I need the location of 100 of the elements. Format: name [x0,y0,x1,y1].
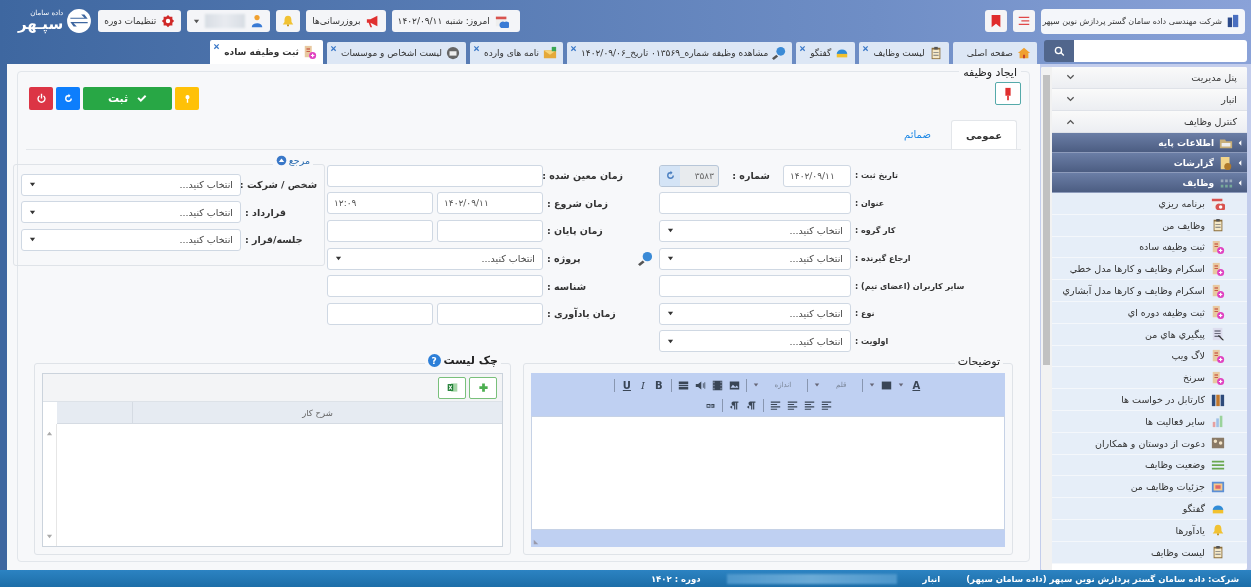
select-field[interactable]: انتخاب کنید... [659,247,851,270]
field-label: ارجاع گیرنده : [855,254,912,264]
item-label: لاگ ویپ [1171,350,1205,362]
item-label: سایر فعالیت ها [1145,415,1205,427]
status-company: شرکت: داده سامان گستر پردازش نوین سپهر (داده سامان سپهر) [966,573,1239,584]
field-label: شناسه : [547,280,587,292]
group-label: اطلاعات پایه [1158,137,1214,148]
field-label: نوع : [855,309,876,319]
menu-group[interactable]: وظایف [1052,173,1247,193]
select-field[interactable]: انتخاب کنید... [659,330,851,353]
menu-item[interactable]: کارتابل در خواست ها [1052,389,1247,411]
company-name: شرکت مهندسی داده سامان گستر پردازش نوین سپهر [1042,16,1222,26]
menu-item[interactable]: وظایف من [1052,214,1247,237]
select-field[interactable]: انتخاب کنید... [21,201,241,224]
field-label: پروژه : [547,253,582,265]
item-label: کارتابل در خواست ها [1121,394,1205,406]
reference-title: مرجع [288,155,310,166]
menu-item[interactable]: ثبت وظیفه ساده [1052,236,1247,259]
menu-item[interactable]: لیست وظایف [1052,541,1247,564]
tab[interactable]: لیست اشخاص و موسسات [326,42,466,64]
input-field[interactable]: ۱۲:۰۹ [327,192,433,215]
item-label: اسکرام وظایف و کارها مدل خطي [1069,263,1205,275]
accordion-header[interactable]: کنترل وظایف [1052,111,1247,133]
select-field[interactable]: انتخاب کنید... [659,220,851,242]
item-label: وظایف من [1162,219,1205,231]
tab[interactable]: عمومی [950,120,1017,149]
menu-item[interactable]: اسکرام وظایف و کارها مدل آبشاري [1052,280,1247,302]
color-button[interactable]: A [910,379,923,391]
tab[interactable]: مشاهده وظیفه شماره_۰۱۳۵۶۹ تاریخ_۱۴۰۲/۰۹/۰۶ [567,42,793,64]
period-settings-button[interactable]: تنظیمات دوره [98,10,182,32]
menu-item[interactable]: اسکرام وظایف و کارها مدل خطي [1052,258,1247,281]
tab[interactable]: ضمائم [890,120,945,149]
status-warehouse: انبار [922,573,941,584]
tab-label: صفحه اصلی [966,48,1013,58]
item-label: دعوت از دوستان و همکاران [1095,437,1205,449]
tab-label: مشاهده وظیفه شماره_۰۱۳۵۶۹ تاریخ_۱۴۰۲/۰۹/۰۶ [581,48,769,58]
menu-item[interactable]: گفتگو [1052,498,1247,520]
field-label: قرارداد : [245,206,287,218]
tab[interactable]: نامه های وارده [469,42,563,64]
field-label: کار گروه : [855,226,897,236]
tab[interactable]: گفتگو [796,42,856,64]
number-value: ۳۵۸۳ [693,169,715,183]
section-label: کنترل وظایف [1184,116,1237,127]
help-button[interactable]: ? [427,354,441,368]
menu-item[interactable]: پیگیري هاي من [1052,323,1247,346]
group-label: گزارشات [1173,157,1214,168]
item-label: پیگیري هاي من [1145,328,1205,340]
field-label: زمان یادآوری : [547,308,617,320]
menu-item[interactable]: یادآورها [1052,519,1247,542]
form-title: ایجاد وظیفه [959,66,1021,79]
field-label: اولویت : [855,336,890,346]
item-label: لیست وظایف [1150,546,1205,558]
menu-item[interactable]: جزئیات وظایف من [1052,476,1247,499]
item-label: یادآورها [1175,524,1205,536]
select-field[interactable]: انتخاب کنید... [21,173,241,196]
field-label: جلسه/قرار : [245,234,304,246]
menu-item[interactable]: سایر فعالیت ها [1052,410,1247,433]
input-field[interactable]: ۱۴۰۲/۰۹/۱۱ [437,192,543,215]
field-label: سایر کاربران (اعضای تیم) : [855,281,966,291]
select-field[interactable]: انتخاب کنید... [327,247,543,270]
company-box[interactable]: شرکت مهندسی داده سامان گستر پردازش نوین سپهر [1041,8,1245,34]
menu-item[interactable]: لاگ ویپ [1052,345,1247,368]
field-label: زمان شروع : [547,197,610,209]
item-label: ثبت وظیفه دوره اي [1127,306,1205,318]
menu-item[interactable]: ثبت وظیفه دوره اي [1052,302,1247,324]
menu-group[interactable]: اطلاعات پایه [1052,133,1247,153]
accordion-header[interactable]: انبار [1052,89,1247,111]
tab-label: لیست اشخاص و موسسات [340,48,442,58]
tab[interactable]: لیست وظایف [859,42,949,64]
logo-text: سپـهر [18,17,64,32]
updates-button[interactable]: بروزرسانی‌ها [306,10,386,32]
item-label: جزئیات وظایف من [1130,481,1205,493]
checklist-title: چک لیست [443,354,498,368]
menu-item[interactable]: دعوت از دوستان و همکاران [1052,432,1247,455]
tab[interactable]: صفحه اصلی [952,42,1037,64]
item-label: برنامه ریزي [1158,197,1205,209]
field-label: زمان پایان : [547,225,604,237]
field-label: شماره : [731,170,771,182]
item-label: وضعیت وظایف [1145,459,1205,471]
select-field[interactable]: انتخاب کنید... [21,229,241,251]
accordion-header[interactable]: پنل مدیریت [1052,67,1247,89]
select-field[interactable]: انتخاب کنید... [659,302,851,325]
section-label: پنل مدیریت [1191,72,1237,83]
item-label: ثبت وظیفه ساده [1139,241,1205,253]
date-field[interactable]: ۱۴۰۲/۰۹/۱۱ [783,164,851,187]
today-date: امروز: شنبه ۱۴۰۲/۰۹/۱۱ [397,16,490,26]
menu-item[interactable]: وضعیت وظایف [1052,454,1247,477]
bold-button[interactable]: B [652,379,665,391]
italic-button[interactable]: I [638,379,647,391]
item-label: گفتگو [1182,503,1205,515]
menu-group[interactable]: گزارشات [1052,153,1247,173]
menu-item[interactable]: برنامه ریزي [1052,193,1247,215]
tab-label: نامه های وارده [483,48,539,58]
item-label: سرنخ [1183,372,1205,384]
tab-label: ثبت وظیفه ساده [224,47,299,57]
menu-item[interactable]: سرنخ [1052,367,1247,390]
underline-button[interactable]: U [620,379,633,391]
tab-label: لیست وظایف [873,48,925,58]
tab[interactable]: ثبت وظیفه ساده [210,40,323,64]
section-label: انبار [1221,94,1237,105]
